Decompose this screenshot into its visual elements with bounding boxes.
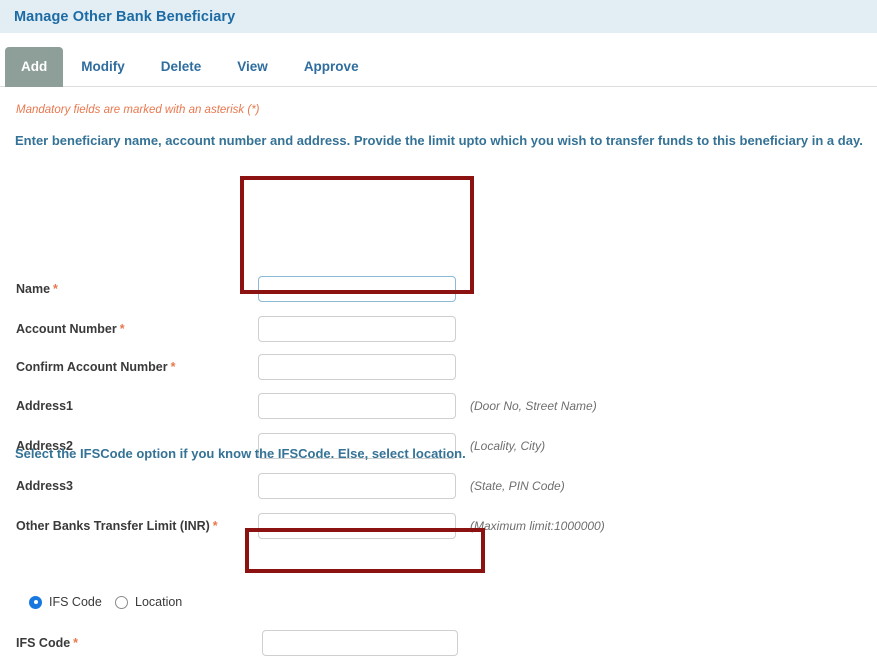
field-row-name: Name * [0,273,877,313]
label-account-number-text: Account Number [16,322,117,336]
field-row-address3: Address3 (State, PIN Code) [0,470,877,510]
field-row-account-number: Account Number * [0,313,877,353]
field-row-confirm-account-number: Confirm Account Number * [0,351,877,391]
input-address3[interactable] [258,473,456,499]
label-transfer-limit-text: Other Banks Transfer Limit (INR) [16,519,210,533]
input-address1[interactable] [258,393,456,419]
tab-modify[interactable]: Modify [63,47,143,87]
label-confirm-account-number: Confirm Account Number * [16,360,176,374]
tab-delete[interactable]: Delete [143,47,220,87]
radio-option-location-label: Location [135,595,183,609]
hint-address1: (Door No, Street Name) [470,399,597,413]
label-name-text: Name [16,282,51,296]
required-asterisk: * [170,360,176,374]
tab-list: Add Modify Delete View Approve [5,33,877,87]
label-transfer-limit: Other Banks Transfer Limit (INR) * [16,519,218,533]
radio-option-ifs-code[interactable]: IFS Code [29,595,102,609]
input-name[interactable] [258,276,456,302]
label-name: Name * [16,282,58,296]
hint-address2: (Locality, City) [470,439,546,453]
input-ifs-code[interactable] [262,630,458,656]
tab-add-label: Add [21,59,48,74]
label-address3-text: Address3 [16,479,73,493]
mandatory-fields-note: Mandatory fields are marked with an aste… [16,104,260,116]
ifsc-instruction: Select the IFSCode option if you know th… [15,446,466,461]
input-account-number[interactable] [258,316,456,342]
input-transfer-limit[interactable] [258,513,456,539]
tab-approve[interactable]: Approve [286,47,377,87]
radio-option-location[interactable]: Location [115,595,182,609]
label-address1: Address1 [16,399,73,413]
field-row-ifs-code: IFS Code * [0,627,877,667]
tab-delete-label: Delete [160,59,202,74]
required-asterisk: * [212,519,218,533]
label-ifs-code: IFS Code * [16,636,78,650]
radio-option-ifs-code-label: IFS Code [49,595,102,609]
label-address1-text: Address1 [16,399,73,413]
tab-add[interactable]: Add [5,47,64,87]
required-asterisk: * [53,282,58,296]
form-instruction: Enter beneficiary name, account number a… [15,133,863,148]
page-header: Manage Other Bank Beneficiary [0,0,877,33]
radio-selected-icon[interactable] [29,595,42,609]
label-ifs-code-text: IFS Code [16,636,71,650]
label-confirm-account-number-text: Confirm Account Number [16,360,168,374]
page-title: Manage Other Bank Beneficiary [14,8,236,25]
field-row-transfer-limit: Other Banks Transfer Limit (INR) * (Maxim… [0,510,877,550]
input-confirm-account-number[interactable] [258,354,456,380]
tab-approve-label: Approve [303,59,359,74]
hint-transfer-limit: (Maximum limit:1000000) [470,519,605,533]
hint-address3: (State, PIN Code) [470,479,565,493]
label-account-number: Account Number * [16,322,125,336]
tab-view-label: View [237,59,268,74]
required-asterisk: * [73,636,79,650]
tab-bar: Add Modify Delete View Approve [0,33,877,87]
tab-modify-label: Modify [81,59,125,74]
radio-unselected-icon[interactable] [115,595,128,609]
tab-view[interactable]: View [219,47,286,87]
required-asterisk: * [119,322,125,336]
label-address3: Address3 [16,479,73,493]
field-row-address1: Address1 (Door No, Street Name) [0,390,877,430]
